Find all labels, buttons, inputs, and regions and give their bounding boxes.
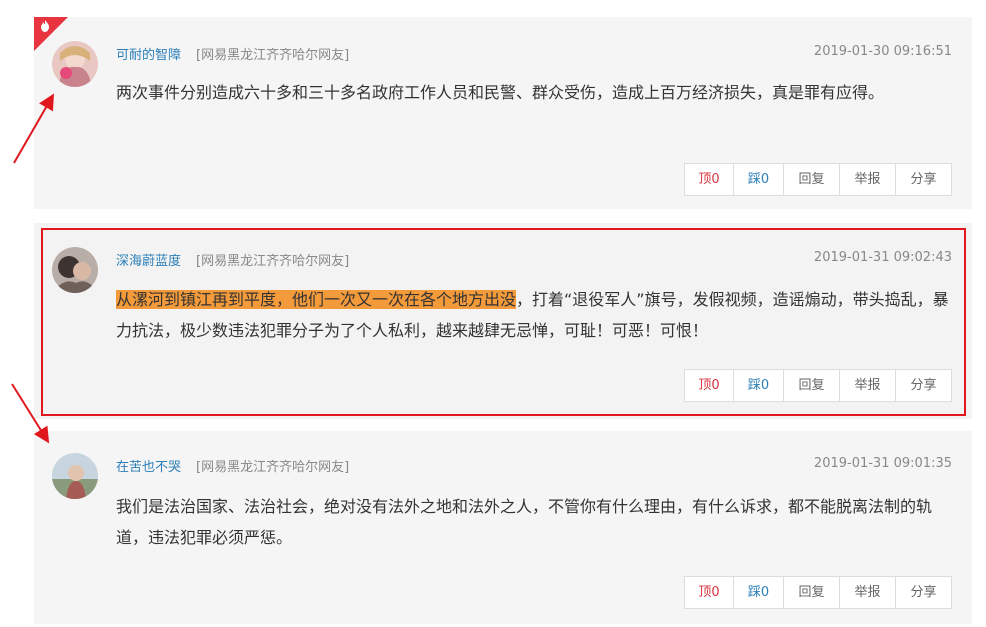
username[interactable]: 可耐的智障 xyxy=(116,44,181,63)
downvote-button[interactable]: 踩0 xyxy=(733,164,783,195)
avatar[interactable] xyxy=(52,247,98,293)
report-button[interactable]: 举报 xyxy=(839,164,895,195)
username[interactable]: 深海蔚蓝度 xyxy=(116,250,181,269)
highlighted-text: 从漯河到镇江再到平度，他们一次又一次在各个地方出没 xyxy=(116,290,517,309)
comment-text: 从漯河到镇江再到平度，他们一次又一次在各个地方出没，打着“退役军人”旗号，发假视… xyxy=(116,284,952,346)
upvote-button[interactable]: 顶0 xyxy=(685,577,733,608)
comment-card: 深海蔚蓝度 [网易黑龙江齐齐哈尔网友] 2019-01-31 09:02:43 … xyxy=(34,223,972,419)
user-location: [网易黑龙江齐齐哈尔网友] xyxy=(196,460,350,475)
flame-icon xyxy=(41,20,49,32)
comment-time: 2019-01-31 09:02:43 xyxy=(813,250,952,265)
report-button[interactable]: 举报 xyxy=(839,370,895,401)
comment-card: 在苦也不哭 [网易黑龙江齐齐哈尔网友] 2019-01-31 09:01:35 … xyxy=(34,431,972,624)
downvote-button[interactable]: 踩0 xyxy=(733,370,783,401)
upvote-button[interactable]: 顶0 xyxy=(685,164,733,195)
avatar[interactable] xyxy=(52,453,98,499)
downvote-button[interactable]: 踩0 xyxy=(733,577,783,608)
share-button[interactable]: 分享 xyxy=(895,577,951,608)
user-location: [网易黑龙江齐齐哈尔网友] xyxy=(196,254,350,269)
share-button[interactable]: 分享 xyxy=(895,164,951,195)
user-location: [网易黑龙江齐齐哈尔网友] xyxy=(196,48,350,63)
comment-text: 两次事件分别造成六十多和三十多名政府工作人员和民警、群众受伤，造成上百万经济损失… xyxy=(116,83,885,102)
report-button[interactable]: 举报 xyxy=(839,577,895,608)
reply-button[interactable]: 回复 xyxy=(783,164,839,195)
comment-actions: 顶0 踩0 回复 举报 分享 xyxy=(684,163,952,196)
comment-actions: 顶0 踩0 回复 举报 分享 xyxy=(684,369,952,402)
comment-text: 我们是法治国家、法治社会，绝对没有法外之地和法外之人，不管你有什么理由，有什么诉… xyxy=(116,497,933,547)
username[interactable]: 在苦也不哭 xyxy=(116,456,181,475)
comment-actions: 顶0 踩0 回复 举报 分享 xyxy=(684,576,952,609)
upvote-button[interactable]: 顶0 xyxy=(685,370,733,401)
reply-button[interactable]: 回复 xyxy=(783,370,839,401)
comment-time: 2019-01-31 09:01:35 xyxy=(813,456,952,471)
reply-button[interactable]: 回复 xyxy=(783,577,839,608)
comment-card: 可耐的智障 [网易黑龙江齐齐哈尔网友] 2019-01-30 09:16:51 … xyxy=(34,17,972,209)
comment-time: 2019-01-30 09:16:51 xyxy=(813,44,952,59)
share-button[interactable]: 分享 xyxy=(895,370,951,401)
